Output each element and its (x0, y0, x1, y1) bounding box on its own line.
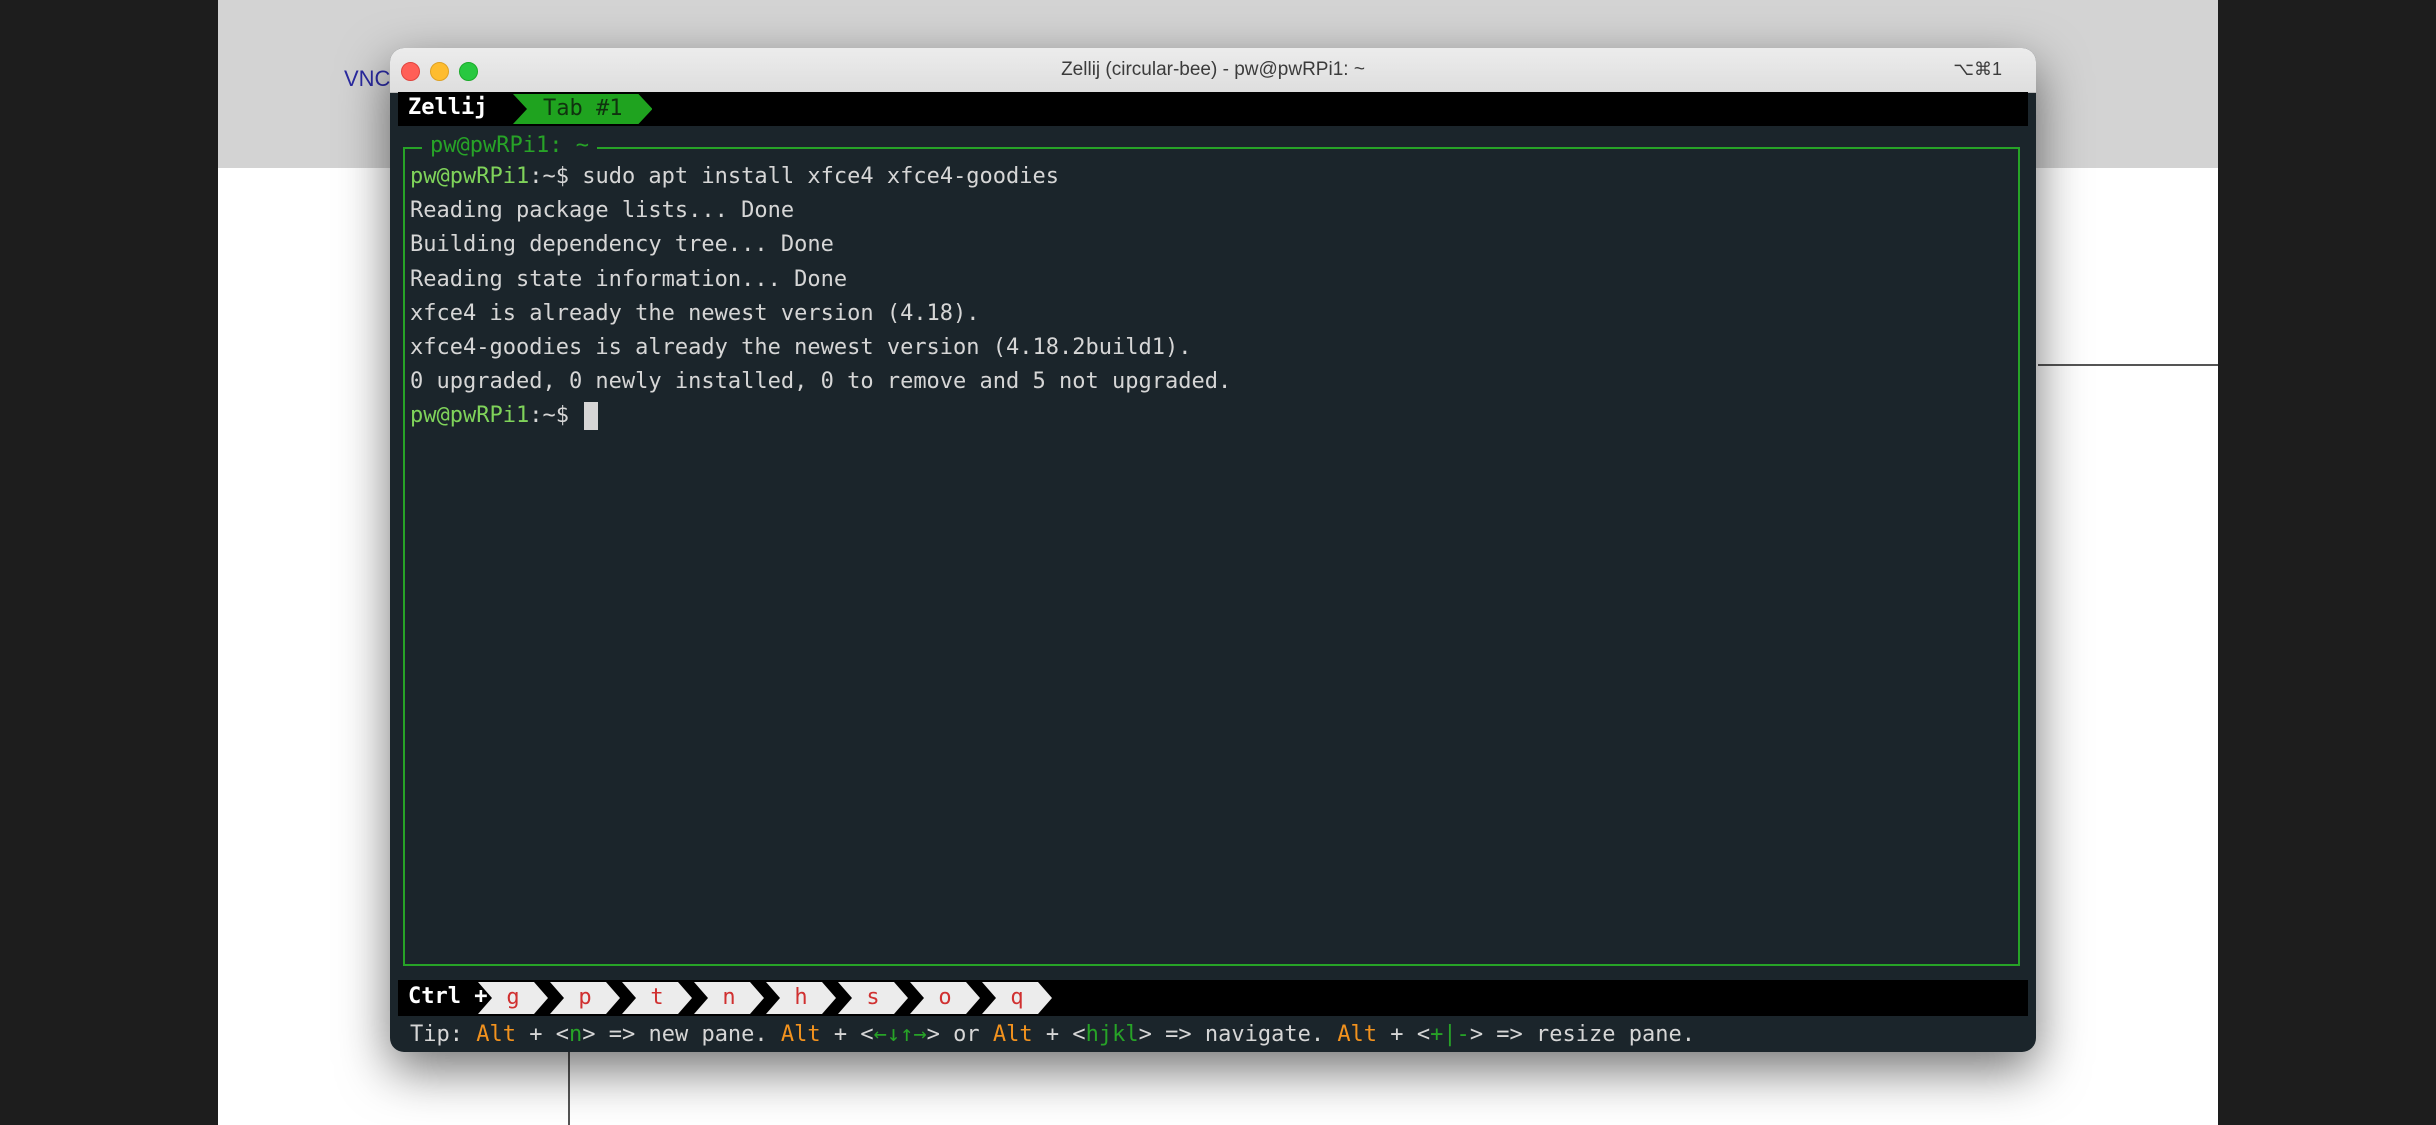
output-line: xfce4-goodies is already the newest vers… (410, 334, 1192, 360)
lt: < (860, 1022, 874, 1047)
key-h-move[interactable]: h (766, 982, 836, 1014)
gt: > (1138, 1022, 1152, 1047)
plus: + (1377, 1022, 1417, 1047)
output-line: Reading state information... Done (410, 266, 848, 292)
prompt-rest: :~$ (529, 164, 583, 189)
lt: < (1416, 1022, 1431, 1047)
plus: + (820, 1022, 861, 1047)
plus: + (515, 1022, 556, 1047)
new-pane-key: n (568, 1022, 583, 1047)
lt: < (1072, 1022, 1086, 1047)
gt: > (582, 1022, 596, 1047)
gt: > (1469, 1022, 1484, 1047)
alt-key: Alt (780, 1022, 821, 1047)
plus: + (1032, 1022, 1073, 1047)
tab-1[interactable]: Tab #1 (513, 94, 652, 124)
zellij-app-label: Zellij (408, 95, 488, 120)
left-letterbox (0, 0, 218, 1125)
window-shortcut: ⌥⌘1 (1953, 59, 2002, 79)
ctrl-modifier-label: Ctrl + (408, 984, 488, 1009)
text-cursor (584, 402, 599, 431)
key-s-search[interactable]: s (838, 982, 908, 1014)
tip-prefix: Tip: (410, 1022, 477, 1047)
alt-key: Alt (476, 1022, 516, 1047)
resize-keys: +|- (1430, 1022, 1470, 1047)
window-title: Zellij (circular-bee) - pw@pwRPi1: ~ (1061, 59, 1365, 80)
window-titlebar[interactable]: Zellij (circular-bee) - pw@pwRPi1: ~ ⌥⌘1 (390, 48, 2036, 93)
key-p-pane[interactable]: p (550, 982, 620, 1014)
zellij-keybinding-bar: Ctrl + g p t n h s o q (398, 980, 2028, 1016)
right-letterbox (2218, 0, 2436, 1125)
hjkl-keys: hjkl (1085, 1022, 1139, 1047)
prompt-user: pw@pwRPi1 (410, 403, 530, 429)
output-line: xfce4 is already the newest version (4.1… (410, 300, 980, 326)
key-g-locked[interactable]: g (478, 982, 548, 1014)
zellij-tab-bar: Zellij Tab #1 (398, 92, 2028, 126)
new-pane-text: => new pane. (595, 1022, 781, 1047)
alt-key: Alt (992, 1022, 1033, 1047)
background-divider (2038, 364, 2218, 366)
output-line: Reading package lists... Done (410, 198, 795, 224)
prompt-user: pw@pwRPi1 (410, 164, 530, 189)
or-text: or (939, 1022, 993, 1047)
output-line: 0 upgraded, 0 newly installed, 0 to remo… (410, 369, 1232, 395)
key-o-session[interactable]: o (910, 982, 980, 1014)
alt-key: Alt (1337, 1022, 1378, 1047)
terminal-window[interactable]: Zellij (circular-bee) - pw@pwRPi1: ~ ⌥⌘1… (390, 48, 2036, 1052)
background-divider-vertical (568, 1052, 570, 1125)
prompt-rest: :~$ (529, 403, 583, 429)
tip-bar: Tip: Alt + <n> => new pane. Alt + <←↓↑→>… (410, 1018, 1695, 1052)
key-q-quit[interactable]: q (982, 982, 1052, 1014)
lt: < (555, 1022, 569, 1047)
pane-title: pw@pwRPi1: ~ (422, 132, 597, 160)
command-line: pw@pwRPi1:~$ sudo apt install xfce4 xfce… (410, 160, 1231, 194)
key-t-tab[interactable]: t (622, 982, 692, 1014)
vnc-label: VNC (344, 66, 391, 91)
output-line: Building dependency tree... Done (410, 232, 834, 258)
navigate-text: => navigate. (1151, 1022, 1338, 1047)
terminal-output: pw@pwRPi1:~$ sudo apt install xfce4 xfce… (410, 160, 1231, 434)
current-prompt-line[interactable]: pw@pwRPi1:~$ (410, 399, 1231, 433)
gt: > (926, 1022, 940, 1047)
resize-text: => resize pane. (1483, 1022, 1695, 1047)
command-text: sudo apt install xfce4 xfce4-goodies (582, 164, 1060, 189)
arrow-keys: ←↓↑→ (873, 1022, 927, 1047)
key-n-resize[interactable]: n (694, 982, 764, 1014)
